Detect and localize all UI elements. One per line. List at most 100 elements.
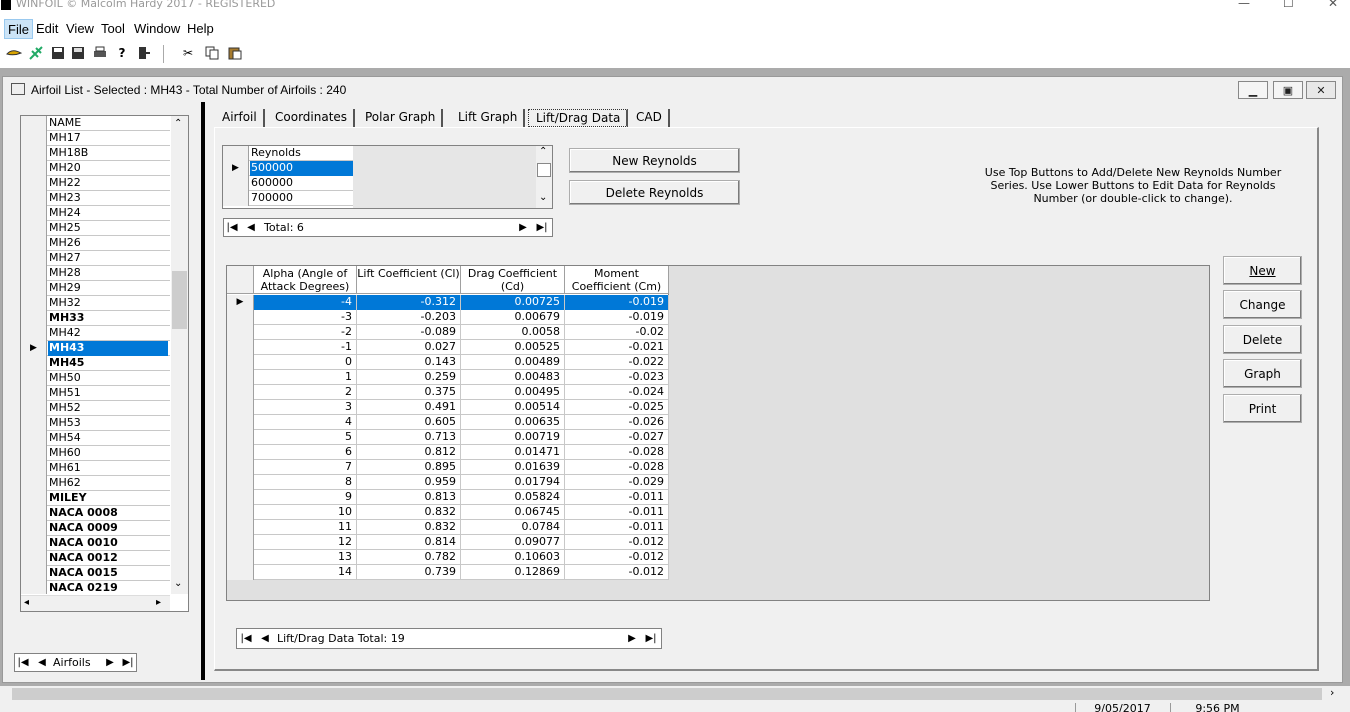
- lift-drag-row[interactable]: 2 0.375 0.00495 -0.024: [227, 385, 669, 400]
- scroll-down-icon[interactable]: ⌄: [174, 578, 182, 589]
- airfoil-list-item[interactable]: NACA 0009: [21, 521, 170, 536]
- menu-window[interactable]: Window: [131, 19, 183, 39]
- print-button[interactable]: Print: [1223, 394, 1302, 423]
- last-record-icon[interactable]: ▶|: [121, 655, 135, 670]
- scroll-thumb[interactable]: [537, 163, 551, 177]
- change-button[interactable]: Change: [1223, 290, 1302, 319]
- airfoil-list-item[interactable]: MH29: [21, 281, 170, 296]
- next-record-icon[interactable]: ▶: [625, 631, 639, 646]
- new-reynolds-button[interactable]: New Reynolds: [569, 148, 740, 173]
- airfoil-list-item[interactable]: MH61: [21, 461, 170, 476]
- menu-view[interactable]: View: [63, 19, 97, 39]
- lift-drag-row[interactable]: 10 0.832 0.06745 -0.011: [227, 505, 669, 520]
- delete-button[interactable]: Delete: [1223, 325, 1302, 354]
- last-record-icon[interactable]: ▶|: [644, 631, 658, 646]
- lift-drag-row[interactable]: 14 0.739 0.12869 -0.012: [227, 565, 669, 580]
- lift-drag-row[interactable]: 12 0.814 0.09077 -0.012: [227, 535, 669, 550]
- paste-icon[interactable]: [227, 45, 243, 61]
- lift-drag-row[interactable]: -2 -0.089 0.0058 -0.02: [227, 325, 669, 340]
- cut-icon[interactable]: ✂: [180, 45, 196, 61]
- first-record-icon[interactable]: |◀: [225, 220, 239, 235]
- first-record-icon[interactable]: |◀: [16, 655, 30, 670]
- lift-drag-row[interactable]: 8 0.959 0.01794 -0.029: [227, 475, 669, 490]
- scroll-down-icon[interactable]: ⌄: [539, 192, 547, 203]
- lift-drag-row[interactable]: 1 0.259 0.00483 -0.023: [227, 370, 669, 385]
- airfoil-list-item[interactable]: MH42: [21, 326, 170, 341]
- lift-drag-grid[interactable]: Alpha (Angle of Attack Degrees) Lift Coe…: [226, 265, 1210, 601]
- airfoil-list-item[interactable]: NACA 0008: [21, 506, 170, 521]
- airfoil-list-item[interactable]: MH54: [21, 431, 170, 446]
- airfoil-list-item[interactable]: MH20: [21, 161, 170, 176]
- lift-drag-row[interactable]: 4 0.605 0.00635 -0.026: [227, 415, 669, 430]
- airfoil-list-item[interactable]: NACA 0010: [21, 536, 170, 551]
- scroll-up-icon[interactable]: ⌃: [174, 118, 182, 129]
- airfoil-list-item[interactable]: MH51: [21, 386, 170, 401]
- first-record-icon[interactable]: |◀: [239, 631, 253, 646]
- reynolds-row[interactable]: 600000: [223, 176, 353, 191]
- delete-reynolds-button[interactable]: Delete Reynolds: [569, 180, 740, 205]
- scroll-up-icon[interactable]: ⌃: [539, 146, 547, 157]
- scroll-thumb[interactable]: [172, 271, 187, 329]
- airfoil-list-item[interactable]: MH62: [21, 476, 170, 491]
- splitter[interactable]: [201, 102, 205, 680]
- airfoil-list-item[interactable]: ▶ MH43: [21, 341, 170, 356]
- airfoil-list-hscroll[interactable]: ◂ ▸: [21, 595, 170, 611]
- menu-tool[interactable]: Tool: [98, 19, 128, 39]
- reynolds-row[interactable]: 700000: [223, 191, 353, 206]
- tab-airfoil[interactable]: Airfoil: [222, 109, 265, 127]
- plane-icon[interactable]: [28, 45, 44, 61]
- menu-file[interactable]: File: [4, 19, 33, 39]
- tab-lift-drag-data[interactable]: Lift/Drag Data: [528, 109, 629, 127]
- lift-drag-row[interactable]: 5 0.713 0.00719 -0.027: [227, 430, 669, 445]
- airfoil-list-item[interactable]: MH18B: [21, 146, 170, 161]
- airfoil-icon[interactable]: [6, 45, 22, 61]
- airfoil-list-item[interactable]: MH52: [21, 401, 170, 416]
- help-icon[interactable]: ?: [114, 45, 130, 61]
- reynolds-row[interactable]: ▶ 500000: [223, 161, 353, 176]
- lift-drag-row[interactable]: 11 0.832 0.0784 -0.011: [227, 520, 669, 535]
- scroll-right-icon[interactable]: ▸: [156, 597, 161, 608]
- save-icon[interactable]: [50, 45, 66, 61]
- child-restore-icon[interactable]: ▣: [1273, 81, 1303, 99]
- last-record-icon[interactable]: ▶|: [535, 220, 549, 235]
- airfoil-list-item[interactable]: MH17: [21, 131, 170, 146]
- airfoil-list-item[interactable]: MH25: [21, 221, 170, 236]
- airfoil-list-item[interactable]: MH32: [21, 296, 170, 311]
- airfoil-list-item[interactable]: MH22: [21, 176, 170, 191]
- airfoil-list-item[interactable]: MH26: [21, 236, 170, 251]
- prev-record-icon[interactable]: ◀: [244, 220, 258, 235]
- maximize-icon[interactable]: ☐: [1283, 0, 1294, 10]
- workspace-hscroll[interactable]: ›: [0, 686, 1350, 703]
- airfoil-list-item[interactable]: MH53: [21, 416, 170, 431]
- airfoil-list-item[interactable]: MH50: [21, 371, 170, 386]
- print-icon[interactable]: [92, 45, 108, 61]
- next-record-icon[interactable]: ▶: [516, 220, 530, 235]
- lift-drag-row[interactable]: 13 0.782 0.10603 -0.012: [227, 550, 669, 565]
- lift-drag-row[interactable]: 7 0.895 0.01639 -0.028: [227, 460, 669, 475]
- workspace-scroll-thumb[interactable]: [12, 688, 1322, 700]
- new-button[interactable]: New: [1223, 256, 1302, 285]
- airfoil-list-item[interactable]: MH45: [21, 356, 170, 371]
- airfoil-list-grid[interactable]: NAME MH17 MH18B MH20 MH22 MH23 MH24 MH25 MH26 MH…: [20, 115, 189, 612]
- tab-polar-graph[interactable]: Polar Graph: [365, 109, 444, 127]
- minimize-icon[interactable]: —: [1238, 0, 1250, 10]
- prev-record-icon[interactable]: ◀: [35, 655, 49, 670]
- tab-lift-graph[interactable]: Lift Graph: [458, 109, 526, 127]
- reynolds-grid[interactable]: Reynolds ▶ 500000 600000 700000 ⌃ ⌄: [222, 145, 553, 209]
- scroll-right-icon[interactable]: ›: [1330, 686, 1334, 699]
- airfoil-list-item[interactable]: MH60: [21, 446, 170, 461]
- child-close-icon[interactable]: ✕: [1306, 81, 1336, 99]
- tab-cad[interactable]: CAD: [636, 109, 670, 127]
- tab-coordinates[interactable]: Coordinates: [275, 109, 356, 127]
- lift-drag-row[interactable]: ▶ -4 -0.312 0.00725 -0.019: [227, 295, 669, 310]
- exit-icon[interactable]: [136, 45, 152, 61]
- save-all-icon[interactable]: [70, 45, 86, 61]
- airfoil-list-item[interactable]: MH27: [21, 251, 170, 266]
- airfoil-list-item[interactable]: MH23: [21, 191, 170, 206]
- airfoil-list-item[interactable]: NACA 0012: [21, 551, 170, 566]
- lift-drag-row[interactable]: -1 0.027 0.00525 -0.021: [227, 340, 669, 355]
- airfoil-list-item[interactable]: MH28: [21, 266, 170, 281]
- child-minimize-icon[interactable]: ▁: [1238, 81, 1268, 99]
- airfoil-list-vscroll[interactable]: ⌃ ⌄: [171, 116, 188, 594]
- airfoil-list-item[interactable]: MILEY: [21, 491, 170, 506]
